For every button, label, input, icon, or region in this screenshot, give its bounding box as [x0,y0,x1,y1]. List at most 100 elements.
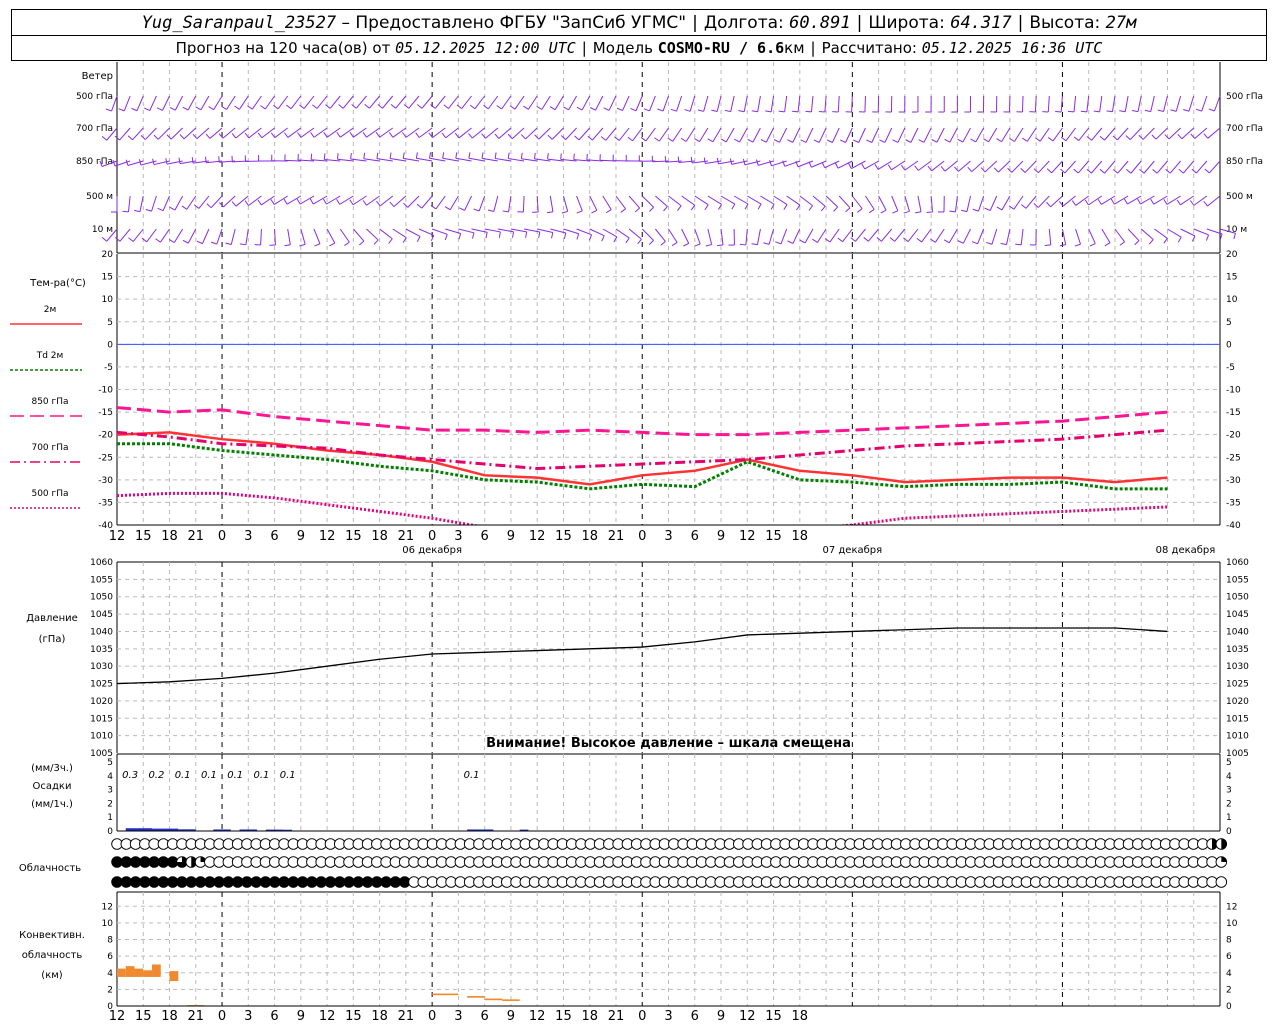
x-date-label: 06 декабря [402,545,462,556]
wind-barb-feather [283,198,288,205]
pres-tick-right: 1055 [1226,575,1249,585]
wind-barb-feather [114,237,121,242]
wind-barb-feather [323,153,326,160]
wind-barb [1024,160,1037,173]
wind-barb [1011,160,1024,173]
wind-barb [196,127,210,140]
wind-barb-feather [231,133,237,139]
precip-tick-left: 5 [107,758,113,768]
wind-barb [966,195,971,212]
wind-barb [842,228,853,242]
wind-barb [1006,228,1011,245]
wind-level-label: 500 м [86,192,113,202]
precip-amount: 0.1 [464,770,480,781]
wind-barb [699,127,709,142]
pres-title: Давление [26,613,78,624]
wind-barb-feather [742,158,746,165]
x-hour-label-bottom: 3 [664,1009,672,1024]
wind-barb-feather [996,138,1002,143]
wind-barb [716,95,722,112]
wind-barb [290,95,302,110]
wind-barb [123,95,131,112]
wind-barb [198,195,210,209]
wind-barb [786,195,801,206]
wind-barb-feather [720,138,727,143]
pres-tick-left: 1030 [90,662,113,672]
wind-barb [989,195,998,211]
wind-barb-feather [127,135,133,141]
wind-level-label-right: 700 гПа [1226,124,1263,134]
conv-tick-right: 8 [1226,936,1232,946]
wind-barb-feather [415,152,418,159]
wind-barb-feather [589,107,596,111]
wind-barb-feather [670,108,677,112]
wind-barb [618,127,630,141]
pressure-warning: Внимание! Высокое давление – шкала смеще… [486,736,851,751]
wind-barb [157,127,170,140]
wind-barb [514,95,525,110]
precip-amount: 0.1 [253,770,269,781]
wind-barb-feather [507,152,510,159]
wind-barb-feather [1046,202,1051,208]
wind-barb [1127,195,1142,205]
wind-barb [1065,127,1076,142]
x-hour-label-bottom: 6 [481,1009,489,1024]
conv-bar [169,971,179,982]
wind-barb [464,195,472,211]
wind-barb-feather [738,110,745,113]
wind-barb-feather [299,243,306,247]
wind-barb [511,127,525,140]
x-hour-label-bottom: 21 [398,1009,415,1024]
wind-barb-feather [1205,234,1210,241]
wind-barb [146,228,157,243]
wind-barb [213,95,223,110]
pres-tick-right: 1025 [1226,680,1249,690]
wind-barb-feather [364,104,370,109]
wind-barb-feather [487,209,494,212]
wind-barb-feather [145,208,152,212]
wind-barb [286,195,302,205]
wind-barb-feather [1151,134,1157,140]
wind-barb-feather [654,137,660,142]
precip-tick-left: 0 [107,827,113,837]
wind-barb-feather [377,104,383,109]
wind-barb [591,127,604,141]
x-hour-label: 9 [717,529,725,544]
wind-barb-feather [967,166,973,173]
wind-barb-feather [729,158,733,165]
temp-tick-left: -20 [98,431,113,441]
wind-barb-feather [760,139,767,143]
pres-tick-right: 1035 [1226,645,1249,655]
wind-barb-feather [144,107,150,112]
wind-barb-feather [546,211,554,214]
wind-barb-feather [329,242,335,247]
x-hour-label: 6 [270,529,278,544]
wind-barb-feather [456,104,462,110]
wind-barb [1127,228,1140,242]
wind-barb-feather [494,133,500,139]
wind-barb-feather [1104,242,1111,247]
wind-barb-feather [1157,109,1164,112]
wind-barb-feather [839,139,846,143]
wind-barb-feather [1163,238,1168,244]
conv-tick-left: 2 [107,985,113,995]
wind-barb-feather [1080,110,1087,113]
wind-barb-feather [787,240,794,244]
conv-tick-left: 6 [107,952,113,962]
wind-barb [1021,95,1024,113]
wind-barb-feather [563,232,567,239]
temp-tick-left: -35 [98,498,113,508]
wind-barb-feather [1046,168,1053,174]
wind-barb-feather [483,104,489,110]
conv-tick-right: 12 [1226,902,1237,912]
wind-barb-feather [336,131,341,138]
wind-barb-feather [751,110,758,113]
wind-barb [864,160,879,170]
wind-barb-feather [494,152,497,159]
wind-barb-feather [914,165,919,171]
wind-barb [765,127,774,143]
wind-barb-feather [1150,198,1155,205]
wind-barb-feather [1177,236,1182,243]
wind-barb [760,195,775,205]
wind-barb-feather [195,106,202,111]
